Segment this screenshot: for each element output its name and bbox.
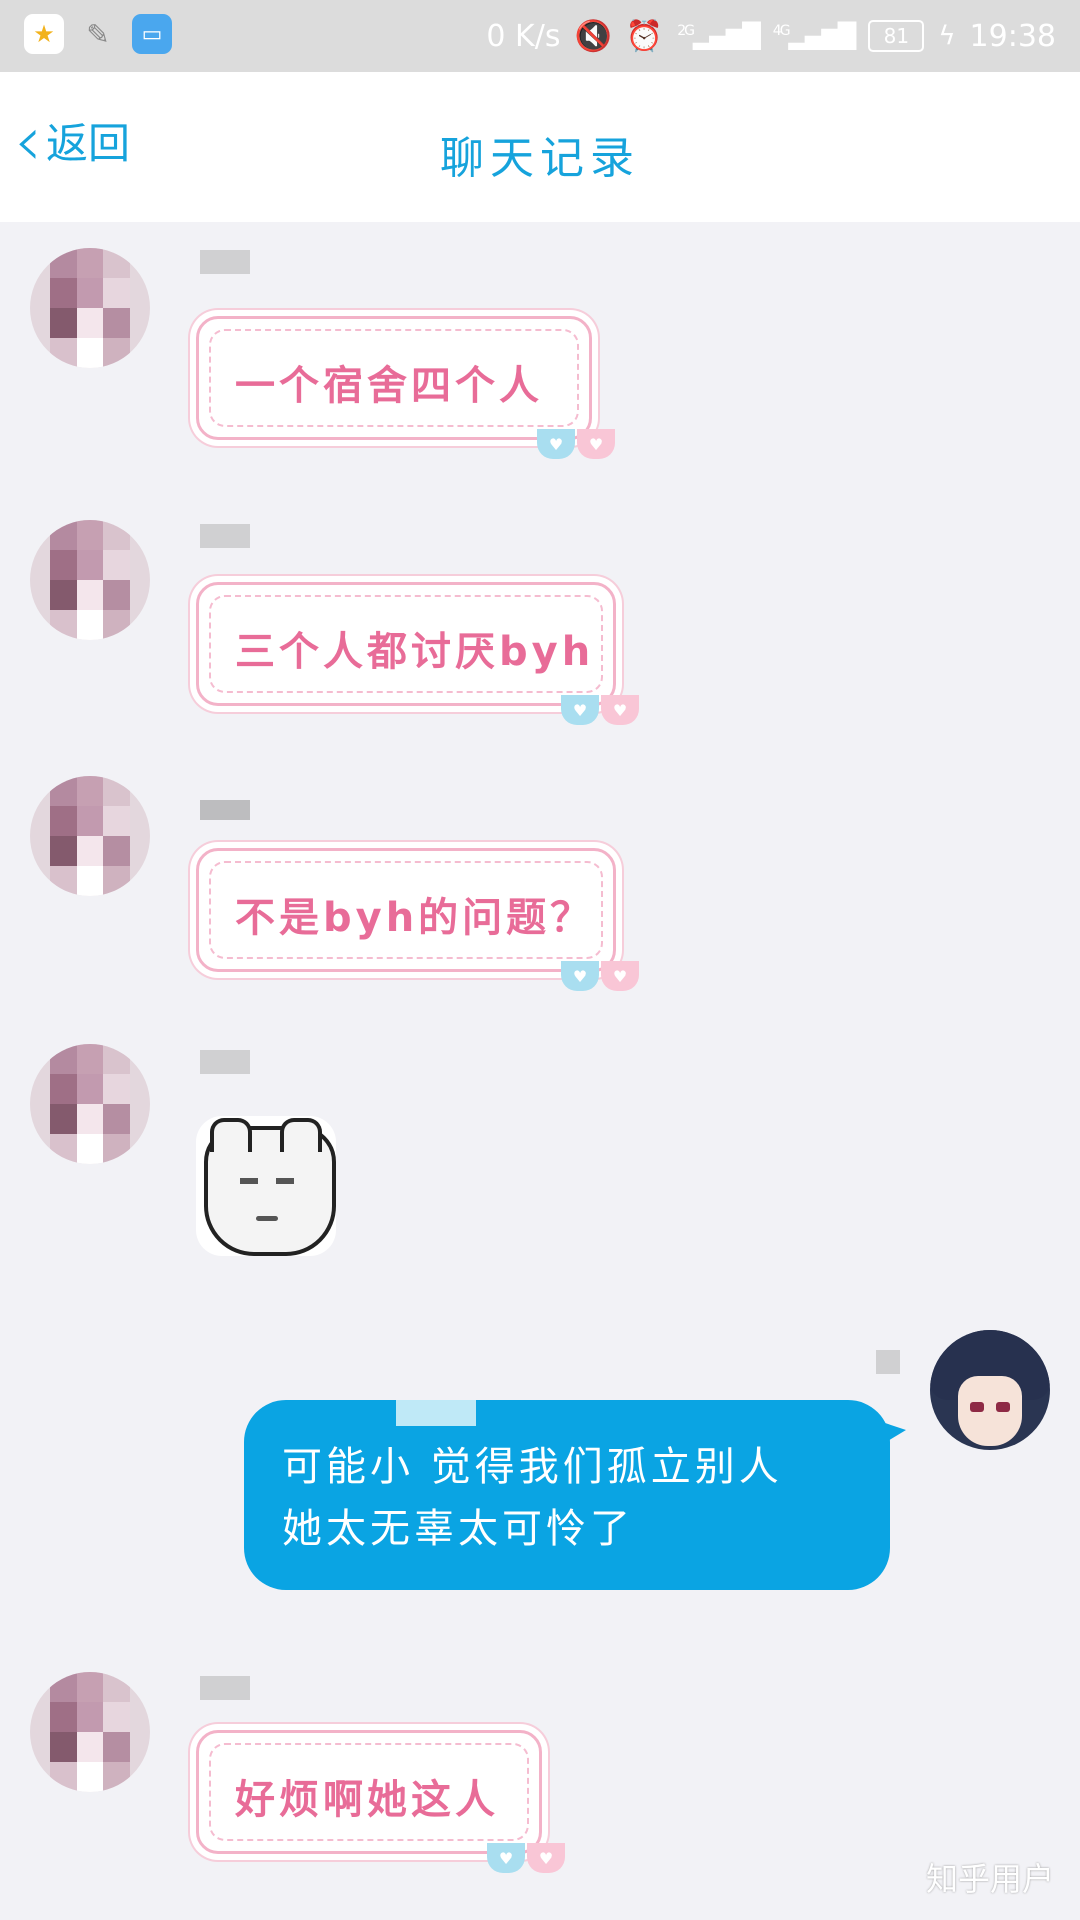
status-bar: ★ ✎ ▭ 0 K/s 🔇 ⏰ 2G▂▄▆█ 4G▂▄▆█ 81 ϟ 19:38 bbox=[0, 0, 1080, 72]
nickname-redacted bbox=[200, 524, 250, 548]
nickname-redacted bbox=[200, 1050, 250, 1074]
contact-avatar[interactable] bbox=[30, 248, 150, 368]
document-app-icon: ✎ bbox=[86, 17, 110, 51]
message-bubble[interactable]: 好烦啊她这人 ♥ ♥ bbox=[196, 1730, 565, 1873]
page-title: 聊天记录 bbox=[440, 133, 640, 184]
status-right: 0 K/s 🔇 ⏰ 2G▂▄▆█ 4G▂▄▆█ 81 ϟ 19:38 bbox=[486, 12, 1056, 60]
nickname-redacted bbox=[200, 1676, 250, 1700]
redaction-bar bbox=[396, 1400, 476, 1426]
sticker-ear bbox=[280, 1118, 322, 1152]
message-text: 不是byh的问题？ bbox=[235, 895, 595, 941]
message-bubble[interactable]: 一个宿舍四个人 ♥ ♥ bbox=[196, 316, 615, 459]
message-text: 好烦啊她这人 bbox=[235, 1777, 499, 1823]
contact-avatar[interactable] bbox=[30, 1044, 150, 1164]
nickname-redacted bbox=[200, 800, 250, 820]
avatar-face bbox=[958, 1376, 1022, 1446]
self-message-bubble[interactable]: 可能小 觉得我们孤立别人 她太无辜太可怜了 bbox=[244, 1400, 906, 1590]
contact-avatar[interactable] bbox=[30, 520, 150, 640]
network-speed: 0 K/s bbox=[486, 18, 561, 54]
cups-decoration-icon: ♥ ♥ bbox=[561, 695, 639, 725]
sticker-mouth bbox=[256, 1216, 278, 1221]
sticker-eye bbox=[276, 1178, 294, 1184]
cups-decoration-icon: ♥ ♥ bbox=[537, 429, 615, 459]
bubble-tail bbox=[876, 1420, 906, 1448]
clock: 19:38 bbox=[969, 18, 1056, 54]
wallet-app-icon: ▭ bbox=[132, 14, 172, 54]
status-app-icons: ★ ✎ ▭ bbox=[24, 14, 172, 54]
message-text: 三个人都讨厌byh bbox=[235, 629, 595, 675]
signal-2g-icon: 2G▂▄▆█ bbox=[677, 22, 761, 50]
nickname-redacted bbox=[876, 1350, 900, 1374]
star-app-icon: ★ bbox=[24, 14, 64, 54]
sticker-eye bbox=[240, 1178, 258, 1184]
message-bubble[interactable]: 三个人都讨厌byh ♥ ♥ bbox=[196, 582, 639, 725]
contact-avatar[interactable] bbox=[30, 776, 150, 896]
watermark: 知乎用户 bbox=[925, 1860, 1054, 1898]
self-avatar[interactable] bbox=[930, 1330, 1050, 1450]
signal-4g-icon: 4G▂▄▆█ bbox=[772, 22, 857, 50]
header-bar: ‹ 返回 聊天记录 bbox=[0, 72, 1080, 222]
nickname-redacted bbox=[200, 250, 250, 274]
message-bubble[interactable]: 不是byh的问题？ ♥ ♥ bbox=[196, 848, 639, 991]
mute-icon: 🔇 bbox=[574, 18, 612, 54]
message-text: 可能小 觉得我们孤立别人 她太无辜太可怜了 bbox=[282, 1444, 783, 1552]
contact-avatar[interactable] bbox=[30, 1672, 150, 1792]
charging-icon: ϟ bbox=[938, 21, 956, 51]
avatar-eye bbox=[970, 1402, 984, 1412]
cups-decoration-icon: ♥ ♥ bbox=[487, 1843, 565, 1873]
cups-decoration-icon: ♥ ♥ bbox=[561, 961, 639, 991]
sticker-ear bbox=[210, 1118, 252, 1152]
alarm-icon: ⏰ bbox=[625, 18, 664, 54]
sad-face-sticker[interactable] bbox=[196, 1116, 336, 1256]
message-text: 一个宿舍四个人 bbox=[235, 363, 543, 409]
battery-icon: 81 bbox=[868, 20, 925, 52]
avatar-eye bbox=[996, 1402, 1010, 1412]
